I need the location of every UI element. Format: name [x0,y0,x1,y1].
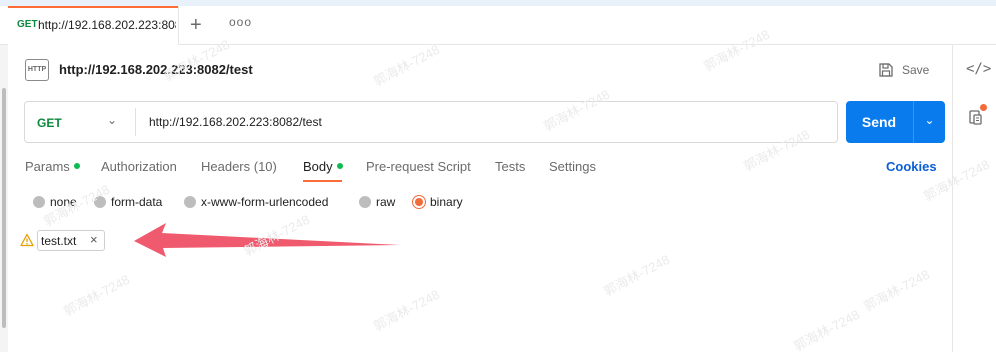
selected-file-chip[interactable]: test.txt × [37,230,105,251]
radio-circle[interactable] [33,196,45,208]
tab-strip: GET http://192.168.202.223:8082/test + o… [0,6,952,45]
watermark: 郭海林-7248 [791,306,863,352]
radio-binary-label: binary [430,195,463,209]
watermark: 郭海林-7248 [371,286,443,334]
left-scrollbar[interactable] [0,44,8,352]
tab-method: GET [17,19,38,30]
method-select[interactable]: GET [37,116,62,130]
info-icon[interactable] [968,104,987,126]
send-label: Send [861,114,897,130]
tab-url: http://192.168.202.223:8082/test [38,18,176,32]
body-active-dot [336,163,343,169]
chevron-down-icon[interactable]: ⌄ [914,113,945,127]
active-tab-indicator [8,6,178,8]
watermark: 郭海林-7248 [61,271,133,319]
file-name: test.txt [41,234,77,248]
code-icon[interactable]: </> [966,61,991,77]
method-url-separator [135,108,136,136]
notification-dot [980,104,987,111]
plus-icon[interactable]: + [190,13,202,37]
request-tab[interactable]: GET http://192.168.202.223:8082/test [8,6,179,45]
radio-circle-selected[interactable] [413,196,425,208]
chevron-down-icon[interactable]: ⌄ [107,113,117,127]
tab-settings[interactable]: Settings [549,159,596,174]
tab-body[interactable]: Body [303,159,343,182]
left-scrollbar-thumb[interactable] [2,88,6,328]
http-icon: HTTP [25,59,49,81]
radio-circle[interactable] [359,196,371,208]
watermark: 郭海林-7248 [371,41,443,89]
watermark: 郭海林-7248 [861,266,933,314]
url-input[interactable]: http://192.168.202.223:8082/test [149,115,322,129]
radio-circle[interactable] [94,196,106,208]
tab-params-label: Params [25,159,70,174]
close-icon[interactable]: × [90,232,98,247]
params-active-dot [73,163,80,169]
cookies-link[interactable]: Cookies [886,159,937,174]
radio-form-data-label: form-data [111,195,163,209]
tab-params[interactable]: Params [25,159,80,174]
radio-none-label: none [50,195,77,209]
warning-icon [20,233,34,247]
tab-headers[interactable]: Headers (10) [201,159,277,174]
save-icon [879,63,893,77]
more-icon[interactable]: ooo [229,15,252,29]
tab-pre-request-script[interactable]: Pre-request Script [366,159,471,174]
tab-tests[interactable]: Tests [495,159,525,174]
watermark: 郭海林-7248 [601,251,673,299]
tab-body-label: Body [303,159,333,174]
right-sidebar-divider [952,45,953,352]
request-bar: GET ⌄ http://192.168.202.223:8082/test [24,101,838,143]
radio-raw-label: raw [376,195,396,209]
radio-urlencoded-label: x-www-form-urlencoded [201,195,329,209]
send-button[interactable]: Send ⌄ [846,101,945,143]
right-sidebar-header [952,6,996,45]
annotation-arrow [134,223,400,257]
tab-authorization[interactable]: Authorization [101,159,177,174]
request-title[interactable]: http://192.168.202.223:8082/test [59,62,253,77]
save-label: Save [902,63,930,77]
body-tab-underline [303,180,342,182]
radio-circle[interactable] [184,196,196,208]
